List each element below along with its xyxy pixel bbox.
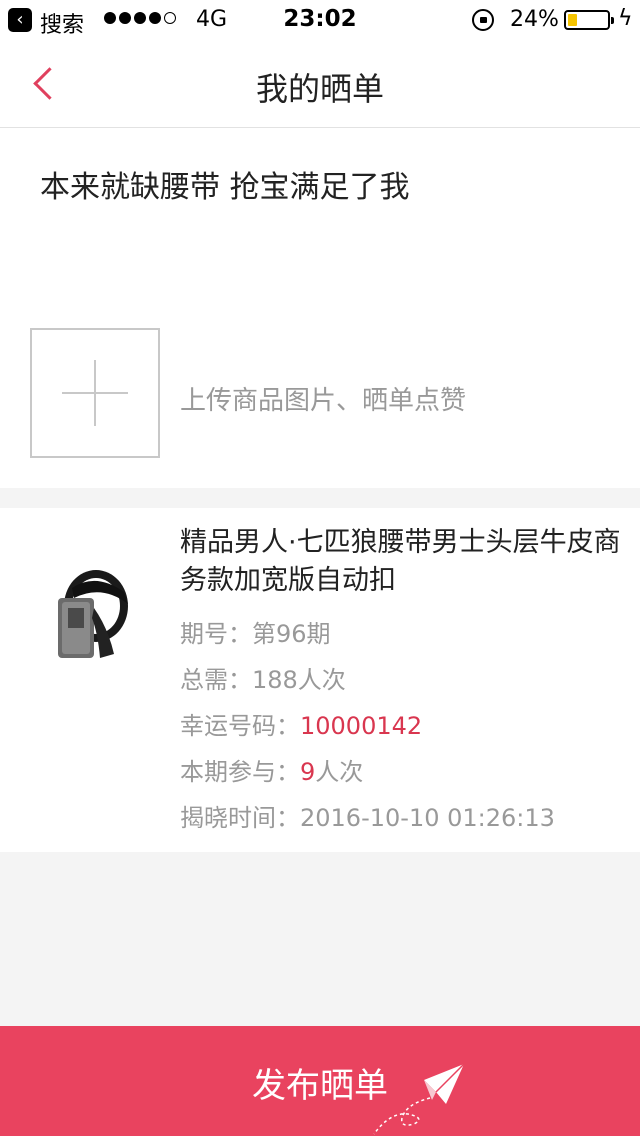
battery-percent: 24% xyxy=(510,7,559,32)
publish-button[interactable]: 发布晒单 xyxy=(0,1026,640,1136)
total-value: 188人次 xyxy=(252,666,346,694)
reveal-time-value: 2016-10-10 01:26:13 xyxy=(300,804,555,832)
belt-product-image xyxy=(58,570,128,658)
post-text-input[interactable]: 本来就缺腰带 抢宝满足了我 xyxy=(40,162,410,206)
period-value: 第96期 xyxy=(252,620,331,648)
reveal-time-label: 揭晓时间： xyxy=(180,804,300,832)
total-label: 总需： xyxy=(180,666,252,694)
reveal-time-row: 揭晓时间：2016-10-10 01:26:13 xyxy=(180,798,555,833)
navigation-bar: 我的晒单 xyxy=(0,40,640,128)
lucky-number-label: 幸运号码： xyxy=(180,712,300,740)
total-row: 总需：188人次 xyxy=(180,660,346,695)
post-composer: 本来就缺腰带 抢宝满足了我 上传商品图片、晒单点赞 xyxy=(0,128,640,488)
publish-button-label: 发布晒单 xyxy=(252,1066,388,1106)
upload-image-button[interactable] xyxy=(30,328,160,458)
upload-hint: 上传商品图片、晒单点赞 xyxy=(180,386,467,416)
charging-icon: ϟ xyxy=(618,6,633,31)
page-title: 我的晒单 xyxy=(255,70,384,108)
paper-plane-icon xyxy=(373,1063,465,1135)
status-bar: ‹ 搜索 4G 23:02 24% ϟ xyxy=(0,0,640,40)
joined-unit: 人次 xyxy=(315,758,364,786)
joined-label: 本期参与： xyxy=(180,758,300,786)
product-title: 精品男人·七匹狼腰带男士头层牛皮商务款加宽版自动扣 xyxy=(180,527,621,596)
plus-icon xyxy=(62,360,128,426)
rotation-lock-icon xyxy=(472,9,494,31)
joined-value: 9 xyxy=(300,758,316,786)
period-label: 期号： xyxy=(180,620,252,648)
lucky-number-value: 10000142 xyxy=(300,712,423,740)
joined-row: 本期参与：9人次 xyxy=(180,752,363,787)
lucky-number-row: 幸运号码：10000142 xyxy=(180,706,422,741)
period-row: 期号：第96期 xyxy=(180,614,331,649)
battery-icon xyxy=(564,10,614,30)
product-card[interactable]: 精品男人·七匹狼腰带男士头层牛皮商务款加宽版自动扣 期号：第96期 总需：188… xyxy=(0,508,640,852)
